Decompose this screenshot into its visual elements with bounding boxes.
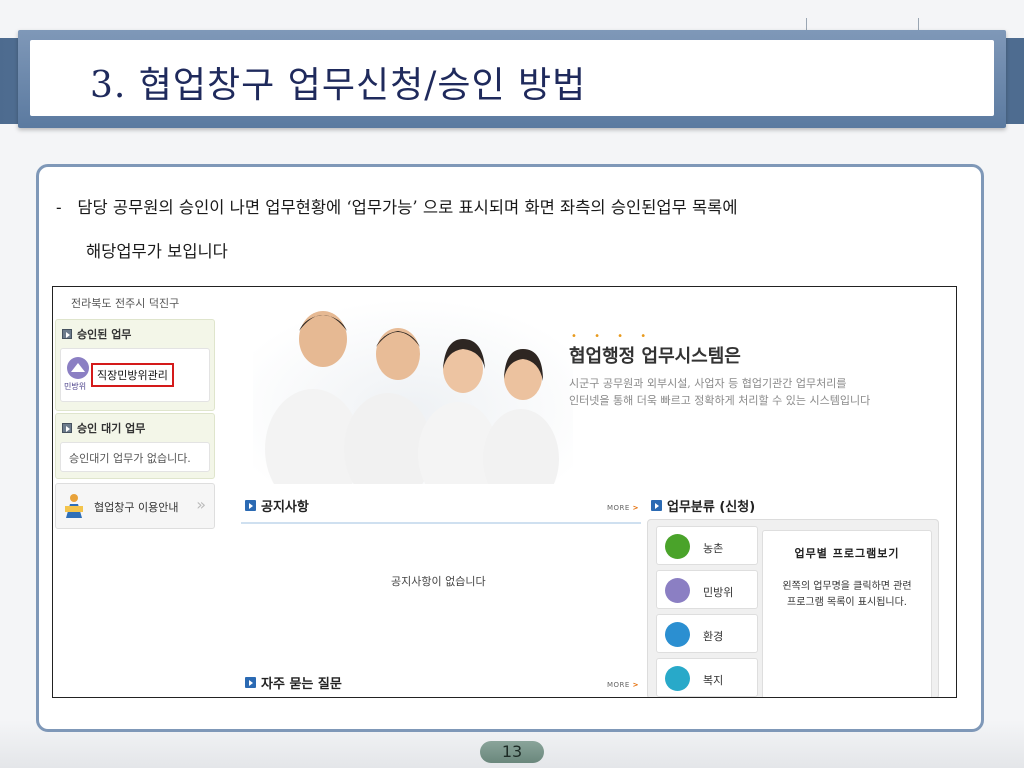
pending-jobs-empty: 승인대기 업무가 없습니다. (60, 442, 210, 472)
hero-dots: • • • • (571, 331, 654, 342)
bullet-text-line2: 해당업무가 보입니다 (86, 242, 228, 261)
notice-empty-text: 공지사항이 없습니다 (391, 575, 486, 588)
flower-icon (665, 666, 690, 691)
category-label: 복지 (703, 674, 724, 687)
hero-title: 협업행정 업무시스템은 (569, 346, 741, 367)
double-chevron-icon: » (196, 495, 206, 514)
more-arrow-icon: > (632, 504, 639, 512)
mountain-icon (665, 578, 690, 603)
usage-guide-label: 협업창구 이용안내 (94, 501, 179, 514)
faq-header: 자주 묻는 질문 (245, 673, 342, 692)
approved-jobs-title: 승인된 업무 (77, 328, 132, 341)
arrow-box-icon (245, 500, 256, 511)
category-header: 업무분류 (신청) (651, 496, 755, 515)
category-item-environment[interactable]: 환경 (656, 614, 758, 653)
notice-more-link[interactable]: MORE > (607, 504, 639, 512)
page-number: 13 (480, 741, 544, 763)
title-frame: 3. 협업창구 업무신청/승인 방법 (18, 30, 1006, 128)
usage-guide-button[interactable]: 협업창구 이용안내 » (55, 483, 215, 529)
program-panel-desc-line1: 왼쪽의 업무명을 클릭하면 관련 (782, 581, 912, 592)
title-panel: 3. 협업창구 업무신청/승인 방법 (30, 40, 994, 116)
bullet-dash: - (56, 198, 62, 217)
category-label: 농촌 (703, 542, 724, 555)
bullet-text: 담당 공무원의 승인이 나면 업무현황에 ‘업무가능’ 으로 표시되며 화면 좌… (77, 198, 738, 217)
pending-jobs-header: 승인 대기 업무 (56, 414, 214, 442)
embedded-screenshot: 전라북도 전주시 덕진구 승인된 업무 민방위 직장민방위관리 승인 대기 업무… (52, 286, 957, 698)
notice-header: 공지사항 (245, 496, 309, 515)
approved-jobs-list: 민방위 직장민방위관리 (60, 348, 210, 402)
fish-icon (665, 622, 690, 647)
notice-more-label: MORE (607, 504, 630, 512)
faq-more-label: MORE (607, 681, 630, 689)
arrow-box-icon (62, 423, 72, 433)
approved-jobs-header: 승인된 업무 (56, 320, 214, 348)
category-label: 환경 (703, 630, 724, 643)
arrow-box-icon (651, 500, 662, 511)
hero-people-image (253, 299, 573, 484)
bullet-text-line1: - 담당 공무원의 승인이 나면 업무현황에 ‘업무가능’ 으로 표시되며 화면… (56, 194, 738, 218)
pending-jobs-title: 승인 대기 업무 (77, 422, 146, 435)
notice-divider (241, 522, 641, 524)
hero-description-line1: 시군구 공무원과 외부시설, 사업자 등 협업기관간 업무처리를 (569, 377, 847, 390)
program-info-panel: 업무별 프로그램보기 왼쪽의 업무명을 클릭하면 관련 프로그램 목록이 표시됩… (762, 530, 932, 697)
category-title: 업무분류 (신청) (667, 500, 756, 515)
civil-defense-icon (67, 357, 89, 379)
faq-more-link[interactable]: MORE > (607, 681, 639, 689)
category-item-civil-defense[interactable]: 민방위 (656, 570, 758, 609)
region-label: 전라북도 전주시 덕진구 (71, 297, 180, 310)
arrow-box-icon (245, 677, 256, 688)
category-label: 민방위 (703, 586, 734, 599)
person-book-icon (65, 494, 83, 518)
program-panel-title: 업무별 프로그램보기 (794, 547, 900, 560)
approved-jobs-box: 승인된 업무 민방위 직장민방위관리 (55, 319, 215, 411)
category-item-welfare[interactable]: 복지 (656, 658, 758, 697)
category-box: 농촌 민방위 환경 복지 업무별 프로그램보기 왼쪽의 업무명을 클릭하면 관련… (647, 519, 939, 697)
approved-job-link[interactable]: 직장민방위관리 (91, 363, 174, 387)
civil-defense-icon-label: 민방위 (64, 382, 87, 391)
apple-icon (665, 534, 690, 559)
notice-title: 공지사항 (261, 500, 309, 515)
arrow-box-icon (62, 329, 72, 339)
program-panel-desc-line2: 프로그램 목록이 표시됩니다. (787, 597, 907, 608)
category-item-farming[interactable]: 농촌 (656, 526, 758, 565)
more-arrow-icon: > (632, 681, 639, 689)
faq-title: 자주 묻는 질문 (261, 677, 342, 692)
pending-jobs-box: 승인 대기 업무 승인대기 업무가 없습니다. (55, 413, 215, 479)
hero-description-line2: 인터넷을 통해 더욱 빠르고 정확하게 처리할 수 있는 시스템입니다 (569, 394, 871, 407)
slide-title: 3. 협업창구 업무신청/승인 방법 (90, 65, 587, 106)
